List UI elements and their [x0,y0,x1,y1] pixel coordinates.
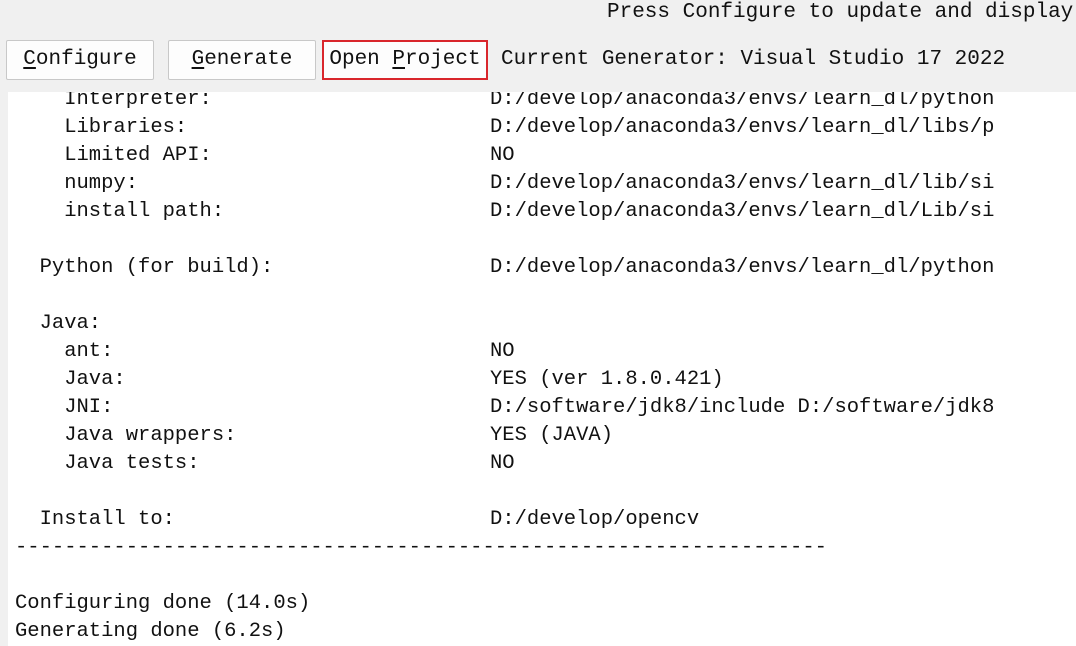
log-key: install path: [15,200,225,223]
generate-accel: G [191,48,205,71]
log-key: Python (for build): [15,256,274,279]
current-generator-label: Current Generator: Visual Studio 17 2022 [501,48,1006,71]
log-value: D:/develop/opencv [490,508,700,531]
log-value: YES (ver 1.8.0.421) [490,368,724,391]
log-value: D:/develop/anaconda3/envs/learn_dl/pytho… [490,92,995,111]
log-key: Java: [15,368,126,391]
log-key: ant: [15,340,114,363]
log-key: Java wrappers: [15,424,237,447]
log-line: Python (for build): D:/develop/anaconda3/… [15,254,995,282]
log-line: Java: YES (ver 1.8.0.421) [15,366,994,394]
log-line: Limited API: NO [15,142,994,170]
toolbar: Configure Generate Open Project Current … [0,36,1076,88]
log-value: D:/develop/anaconda3/envs/learn_dl/pytho… [490,256,995,279]
configure-accel: C [23,48,36,71]
log-line: Java tests: NO [15,450,994,478]
log-key: numpy: [15,172,139,195]
generate-label: enerate [204,48,293,71]
open-project-accel: P [392,48,405,71]
output-log[interactable]: Interpreter: D:/develop/anaconda3/envs/le… [8,92,1076,646]
log-line: Java wrappers: YES (JAVA) [15,422,994,450]
log-value: D:/develop/anaconda3/envs/learn_dl/Lib/s… [490,200,995,223]
output-lines: Interpreter: D:/develop/anaconda3/envs/le… [15,92,994,646]
log-value: NO [490,452,515,475]
log-footer-line: Configuring done (14.0s) [15,592,311,615]
generate-button[interactable]: Generate [168,40,316,80]
log-line: Java: [15,310,994,338]
log-line: install path: D:/develop/anaconda3/envs/l… [15,198,994,226]
log-line: Interpreter: D:/develop/anaconda3/envs/le… [15,92,994,114]
log-key: JNI: [15,396,114,419]
log-value: NO [490,340,515,363]
log-key: Libraries: [15,116,188,139]
log-value: D:/develop/anaconda3/envs/learn_dl/libs/… [490,116,995,139]
cmake-gui-window: Press Configure to update and display n … [0,0,1076,646]
log-key: Interpreter: [15,92,212,111]
open-project-button[interactable]: Open Project [322,40,488,80]
log-key: Java tests: [15,452,200,475]
configure-button[interactable]: Configure [6,40,154,80]
log-separator: ----------------------------------------… [15,536,827,559]
log-value: D:/software/jdk8/include D:/software/jdk… [490,396,995,419]
log-line: Install to: D:/develop/opencv [15,506,994,534]
log-value: YES (JAVA) [490,424,614,447]
open-project-label-pre: Open [329,48,393,71]
configure-label: onfigure [35,48,137,71]
log-value: D:/develop/anaconda3/envs/learn_dl/lib/s… [490,172,995,195]
log-value: NO [490,144,515,167]
open-project-label: roject [405,48,481,71]
log-line: JNI: D:/software/jdk8/include D:/software… [15,394,994,422]
log-key: Install to: [15,508,175,531]
log-key: Java: [15,312,102,335]
log-line: Libraries: D:/develop/anaconda3/envs/lear… [15,114,994,142]
log-line: ant: NO [15,338,994,366]
log-footer-line: Generating done (6.2s) [15,620,286,643]
log-key: Limited API: [15,144,212,167]
status-hint: Press Configure to update and display n [607,1,1076,24]
log-line: numpy: D:/develop/anaconda3/envs/learn_dl… [15,170,994,198]
log-footer-line [15,562,994,590]
